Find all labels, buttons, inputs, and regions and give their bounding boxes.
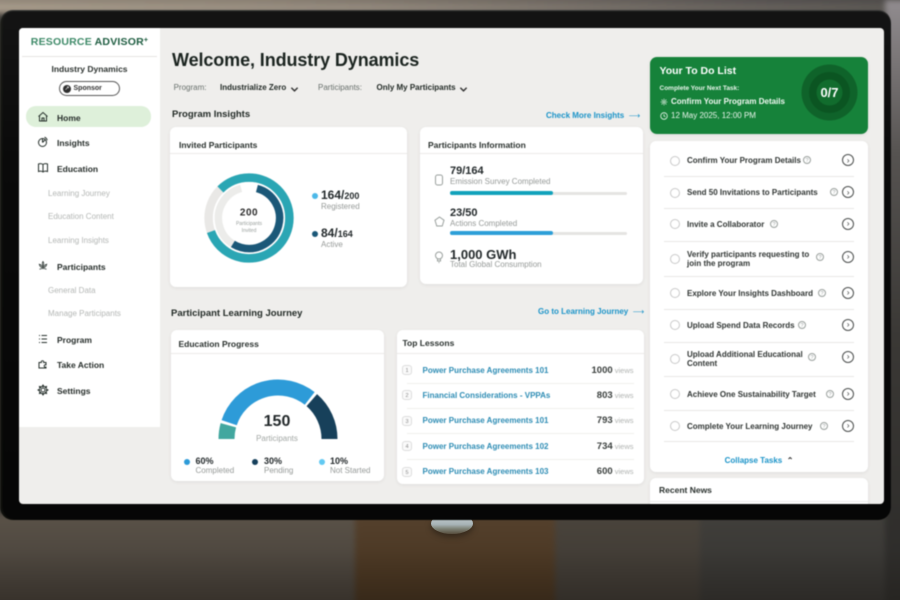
svg-text:200: 200 [240, 208, 258, 219]
svg-text:Participants: Participants [236, 221, 263, 227]
svg-text:0/7: 0/7 [820, 85, 838, 100]
svg-text:Invited: Invited [242, 228, 257, 234]
